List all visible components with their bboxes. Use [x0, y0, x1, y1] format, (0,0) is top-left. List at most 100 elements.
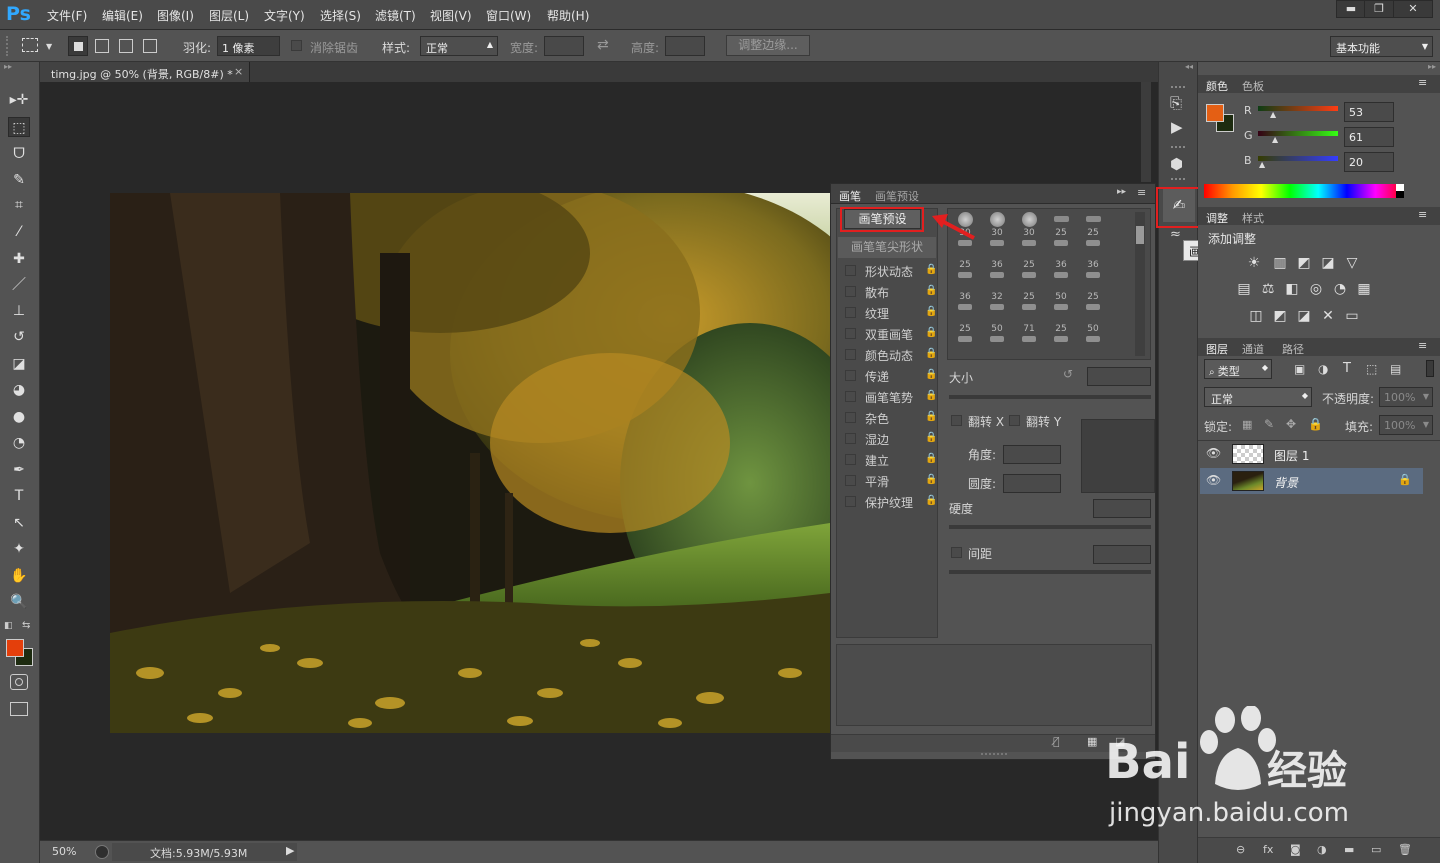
path-select-tool-icon[interactable]: ↖ [8, 513, 30, 533]
intersect-selection-icon[interactable] [143, 39, 157, 53]
tab-layers[interactable]: 图层 [1206, 341, 1228, 357]
tab-brush-presets[interactable]: 画笔预设 [875, 188, 919, 204]
type-tool-icon[interactable]: T [8, 486, 30, 506]
color-panel-menu-icon[interactable]: ≡ [1418, 76, 1427, 89]
tab-paths[interactable]: 路径 [1282, 341, 1304, 357]
green-input[interactable]: 61 [1344, 127, 1394, 147]
brush-option-item[interactable]: 平滑 🔒 [839, 471, 937, 490]
brush-option-item[interactable]: 颜色动态 🔒 [839, 345, 937, 364]
green-slider-thumb-icon[interactable]: ▲ [1272, 135, 1278, 144]
panel-collapse-icon[interactable]: ▸▸ [1117, 187, 1126, 197]
lock-icon[interactable]: 🔒 [925, 306, 937, 317]
layer-row[interactable]: 👁 图层 1 [1200, 441, 1423, 467]
filter-type-icon[interactable]: T [1343, 361, 1351, 376]
size-input[interactable] [1087, 367, 1151, 386]
red-input[interactable]: 53 [1344, 102, 1394, 122]
brush-tip-swatch[interactable] [1017, 212, 1041, 227]
layers-menu-icon[interactable]: ≡ [1418, 339, 1427, 352]
move-tool-icon[interactable]: ▸✛ [8, 90, 30, 110]
brush-option-checkbox[interactable] [845, 328, 856, 339]
healing-tool-icon[interactable]: ✚ [8, 249, 30, 269]
posterize-icon[interactable]: ◩ [1272, 308, 1288, 324]
layer-name[interactable]: 背景 [1274, 474, 1298, 491]
right-collapse-icon[interactable]: ▸▸ [1198, 62, 1440, 74]
brush-option-checkbox[interactable] [845, 454, 856, 465]
color-balance-icon[interactable]: ⚖ [1260, 281, 1276, 297]
screen-mode-icon[interactable] [10, 702, 28, 716]
dodge-tool-icon[interactable]: ◔ [8, 433, 30, 453]
brush-option-item[interactable]: 湿边 🔒 [839, 429, 937, 448]
restore-button[interactable]: ❐ [1364, 0, 1394, 18]
brush-option-item[interactable]: 散布 🔒 [839, 282, 937, 301]
refine-edge-button[interactable]: 调整边缘... [726, 35, 810, 56]
menu-view[interactable]: 视图(V) [430, 7, 472, 24]
new-selection-icon[interactable] [68, 36, 88, 56]
brush-tip-shape[interactable]: 画笔笔尖形状 [838, 237, 936, 258]
brush-option-item[interactable]: 杂色 🔒 [839, 408, 937, 427]
history-icon[interactable]: ⎘ [1170, 94, 1182, 112]
add-selection-icon[interactable] [95, 39, 109, 53]
3d-icon[interactable]: ⬢ [1170, 155, 1183, 173]
lock-icon[interactable]: 🔒 [925, 285, 937, 296]
marquee-tool-icon[interactable]: ⬚ [8, 117, 30, 137]
menu-window[interactable]: 窗口(W) [486, 7, 531, 24]
brush-option-checkbox[interactable] [845, 349, 856, 360]
minimize-button[interactable]: ▬ [1336, 0, 1366, 18]
lock-all-icon[interactable]: 🔒 [1308, 417, 1323, 431]
menu-filter[interactable]: 滤镜(T) [375, 7, 416, 24]
brush-option-item[interactable]: 画笔笔势 🔒 [839, 387, 937, 406]
brush-tip-swatch[interactable] [985, 212, 1009, 227]
actions-icon[interactable]: ▶ [1171, 118, 1183, 136]
brush-option-checkbox[interactable] [845, 391, 856, 402]
filter-adjustment-icon[interactable]: ◑ [1318, 362, 1328, 376]
tip-grid-scrollbar[interactable] [1135, 212, 1145, 356]
layer-filter-select[interactable]: ⌕ 类型 ◆ [1204, 359, 1272, 379]
lock-icon[interactable]: 🔒 [925, 453, 937, 464]
brush-presets-icon[interactable]: ≈ [1170, 227, 1181, 242]
selective-color-icon[interactable]: ✕ [1320, 308, 1336, 324]
blend-mode-select[interactable]: 正常 ◆ [1204, 387, 1312, 407]
canvas-image[interactable] [110, 193, 830, 733]
menu-edit[interactable]: 编辑(E) [102, 7, 143, 24]
brightness-icon[interactable]: ☀ [1246, 255, 1262, 271]
tab-brush[interactable]: 画笔 [839, 188, 861, 204]
document-tab[interactable]: timg.jpg @ 50% (背景, RGB/8#) * × [40, 62, 250, 82]
bucket-tool-icon[interactable]: ◕ [8, 380, 30, 400]
gradient-map-icon[interactable]: ▭ [1344, 308, 1360, 324]
brush-option-checkbox[interactable] [845, 265, 856, 276]
flip-x-checkbox[interactable] [951, 415, 962, 426]
quick-mask-icon[interactable] [10, 674, 28, 690]
panel-resize-grip[interactable] [981, 753, 1007, 757]
default-colors-icon[interactable]: ◧ [4, 621, 13, 631]
roundness-input[interactable] [1003, 474, 1061, 493]
brush-option-item[interactable]: 纹理 🔒 [839, 303, 937, 322]
toggle-hard-bristle-icon[interactable]: 👁̸ [1053, 735, 1060, 748]
visibility-eye-icon[interactable]: 👁 [1206, 473, 1221, 487]
close-button[interactable]: ✕ [1393, 0, 1433, 18]
adjustments-menu-icon[interactable]: ≡ [1418, 208, 1427, 221]
zoom-tool-icon[interactable]: 🔍 [8, 592, 30, 612]
hardness-input[interactable] [1093, 499, 1151, 518]
filter-pixel-icon[interactable]: ▣ [1294, 362, 1305, 376]
lock-icon[interactable]: 🔒 [925, 411, 937, 422]
exposure-icon[interactable]: ◪ [1320, 255, 1336, 271]
brush-option-item[interactable]: 保护纹理 🔒 [839, 492, 937, 511]
collapse-icon[interactable]: ▸▸ [0, 62, 40, 74]
brush-tip-swatch[interactable] [1081, 212, 1105, 227]
swap-icon[interactable]: ⇄ [597, 37, 609, 53]
spacing-slider[interactable] [949, 570, 1151, 574]
photo-filter-icon[interactable]: ◎ [1308, 281, 1324, 297]
lock-icon[interactable]: 🔒 [925, 327, 937, 338]
lock-transparent-icon[interactable]: ▦ [1242, 418, 1252, 431]
brush-angle-preview[interactable] [1081, 419, 1155, 493]
tab-color[interactable]: 颜色 [1206, 78, 1228, 94]
brush-tip-swatch[interactable] [1049, 212, 1073, 227]
spacing-input[interactable] [1093, 545, 1151, 564]
lock-icon[interactable]: 🔒 [925, 474, 937, 485]
history-brush-tool-icon[interactable]: ↺ [8, 327, 30, 347]
status-menu-arrow-icon[interactable]: ▶ [286, 844, 294, 857]
reset-size-icon[interactable]: ↺ [1063, 367, 1073, 381]
brush-option-checkbox[interactable] [845, 370, 856, 381]
workspace-select[interactable]: 基本功能 ▼ [1330, 36, 1433, 57]
opacity-input[interactable]: 100% ▼ [1379, 387, 1433, 407]
